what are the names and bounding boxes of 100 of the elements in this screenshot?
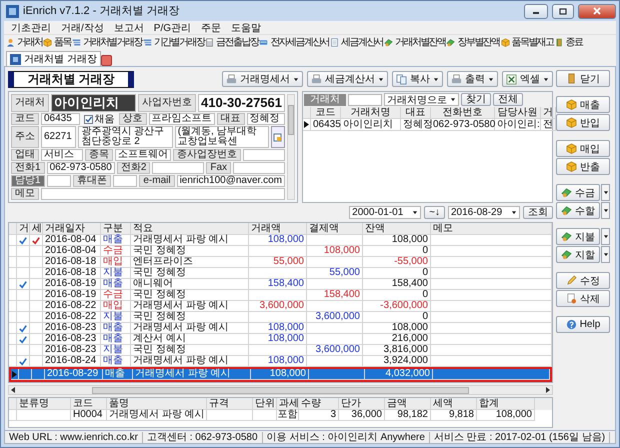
toolbar-button[interactable]: 금전출납장 [205,35,260,50]
menu-item[interactable]: 도움말 [226,21,266,34]
side-button[interactable]: 매출 [556,96,610,113]
vertical-scrollbar[interactable] [287,94,295,200]
side-button[interactable]: 지불 [556,228,600,245]
table-cell: 거래명세서 파랑 예시 [133,369,251,380]
exit-icon [554,38,564,47]
toolbar-button[interactable]: 세금계산서 [307,71,388,87]
toolbar-button[interactable]: 거래처별거래장 [72,35,143,50]
list-icon [142,38,152,47]
toolbar-button[interactable]: 품목 [43,35,72,50]
ledger-row[interactable]: 2016-08-18 지불 국민 정혜정 55,000 0 [9,268,552,279]
maximize-icon [559,8,567,14]
document-icon [330,38,340,47]
table-cell [309,369,365,380]
caret-icon [511,210,517,215]
ledger-row[interactable]: 2016-08-22 매입 거래명세서 파랑 예시 3,600,000 -3,600,000 [9,301,552,312]
ledger-row[interactable]: 2016-08-22 지불 국민 정혜정 3,600,000 0 [9,312,552,323]
dropdown-button[interactable] [601,228,610,245]
side-button[interactable]: 수할 [556,202,600,219]
field-label: 종목 [85,149,113,161]
toolbar-button[interactable]: 세금계산서 [330,35,384,50]
field-label: 코드 [11,113,39,125]
app-logo-icon [6,4,19,18]
box-icon [43,38,52,47]
side-button[interactable]: 매입 [556,140,610,157]
box-icon [566,161,577,172]
toolbar-button[interactable]: 품목별재고 [500,35,555,50]
ledger-row[interactable]: 2016-08-23 지불 국민 정혜정 3,600,000 3,816,000 [9,345,552,356]
field-value: 정혜정 [246,113,285,125]
box-icon [500,38,510,47]
money-icon [561,231,572,242]
close-button[interactable] [578,4,616,18]
card-icon [259,38,268,47]
toolbar-button[interactable]: 장부별잔액 [446,35,500,50]
menu-item[interactable]: P/G관리 [148,21,196,34]
fill-checkbox[interactable]: 채움 [82,113,116,125]
query-button[interactable]: 조회 [523,206,553,219]
ledger-row[interactable]: 2016-08-29 매출 거래명세서 파랑 예시 108,000 4,032,000 [11,369,550,380]
side-button[interactable]: 수정 [556,272,610,289]
menu-item[interactable]: 기초관리 [6,21,56,34]
money-icon [384,38,394,47]
dropdown-button[interactable] [601,202,610,219]
maximize-button[interactable] [552,4,574,18]
side-button[interactable]: 반출 [556,158,610,175]
ledger-row[interactable]: 2016-08-23 매출 거래명세서 파랑 예시 108,000 108,000 [9,323,552,334]
field-value: (월계동, 남부대학교창업보육센 [174,126,269,148]
side-button[interactable]: 삭제 [556,290,610,307]
type-label: 매출 [103,369,133,380]
dropdown-button[interactable] [601,246,610,263]
ledger-row[interactable]: 2016-08-24 매출 거래명세서 파랑 예시 108,000 3,924,000 [9,356,552,367]
ledger-row[interactable]: 2016-08-19 수금 국민 정혜정 158,400 0 [9,290,552,301]
menu-item[interactable]: 거래/작성 [56,21,109,34]
caret-icon [488,76,494,82]
side-button[interactable]: 닫기 [556,70,610,87]
search-field[interactable] [348,94,382,106]
table-cell: 9,818 [431,410,477,421]
business-number-field: 410-30-27561 [198,94,285,112]
search-mode-select[interactable]: 거래처명으로 [384,93,459,106]
toolbar-button[interactable]: 거래명세서 [222,71,303,87]
ledger-row[interactable]: 2016-08-23 매출 계산서 예시 108,000 216,000 [9,334,552,345]
table-cell: 정혜정 [401,119,431,131]
horizontal-scrollbar[interactable] [8,385,553,395]
side-button[interactable]: 수금 [556,184,600,201]
tab[interactable]: 거래처별 거래장 [6,51,101,66]
caret-icon [450,97,456,102]
ledger-row[interactable]: 2016-08-18 매입 엔터프라이즈 55,000 -55,000 [9,257,552,268]
toolbar-button[interactable]: 엑셀 [502,71,553,87]
side-button[interactable]: 반입 [556,114,610,131]
toolbar-button[interactable]: 복사 [392,71,443,87]
toolbar-button[interactable]: 거래처별잔액 [384,35,446,50]
toolbar-button[interactable]: 출력 [447,71,498,87]
toolbar-button[interactable]: 종료 [554,35,584,50]
toolbar-button[interactable]: 거래처 [6,35,44,50]
dropdown-button[interactable] [601,184,610,201]
date-select[interactable]: 2000-01-01 [349,206,422,219]
ledger-row[interactable]: 2016-08-19 매출 애니웨어 158,400 158,400 [9,279,552,290]
ledger-row[interactable]: 2016-08-04 매출 거래명세서 파랑 예시 108,000 108,000 [9,235,552,246]
tab-close-button[interactable] [100,55,112,66]
menu-item[interactable]: 보고서 [108,21,149,34]
table-cell: 아이인리: [495,119,541,131]
checkbox-icon [84,114,92,124]
money-icon [561,187,572,198]
search-button[interactable]: 전체 [493,93,523,106]
box-icon [566,99,577,110]
ledger-row[interactable]: 2016-08-04 수금 국민 정혜정 108,000 0 [9,246,552,257]
range-button[interactable]: ~↓ [424,206,445,219]
window-title: iEnrich v7.1.2 - 거래처별 거래장 [23,6,180,16]
search-button[interactable]: 찾기 [461,93,491,106]
field-label: 거래처 [11,94,49,112]
side-button[interactable]: 지할 [556,246,600,263]
menu-item[interactable]: 주문 [196,21,226,34]
minimize-button[interactable] [524,4,548,18]
side-button[interactable]: Help [556,316,610,333]
toolbar-button[interactable]: 전자세금계산서 [259,35,330,50]
table-cell: 3,924,000 [363,356,431,367]
field-value: 62271 [41,126,76,148]
date-select[interactable]: 2016-08-29 [448,206,520,219]
toolbar-button[interactable]: 기간별거래장 [142,35,206,50]
lookup-button[interactable] [270,126,285,148]
